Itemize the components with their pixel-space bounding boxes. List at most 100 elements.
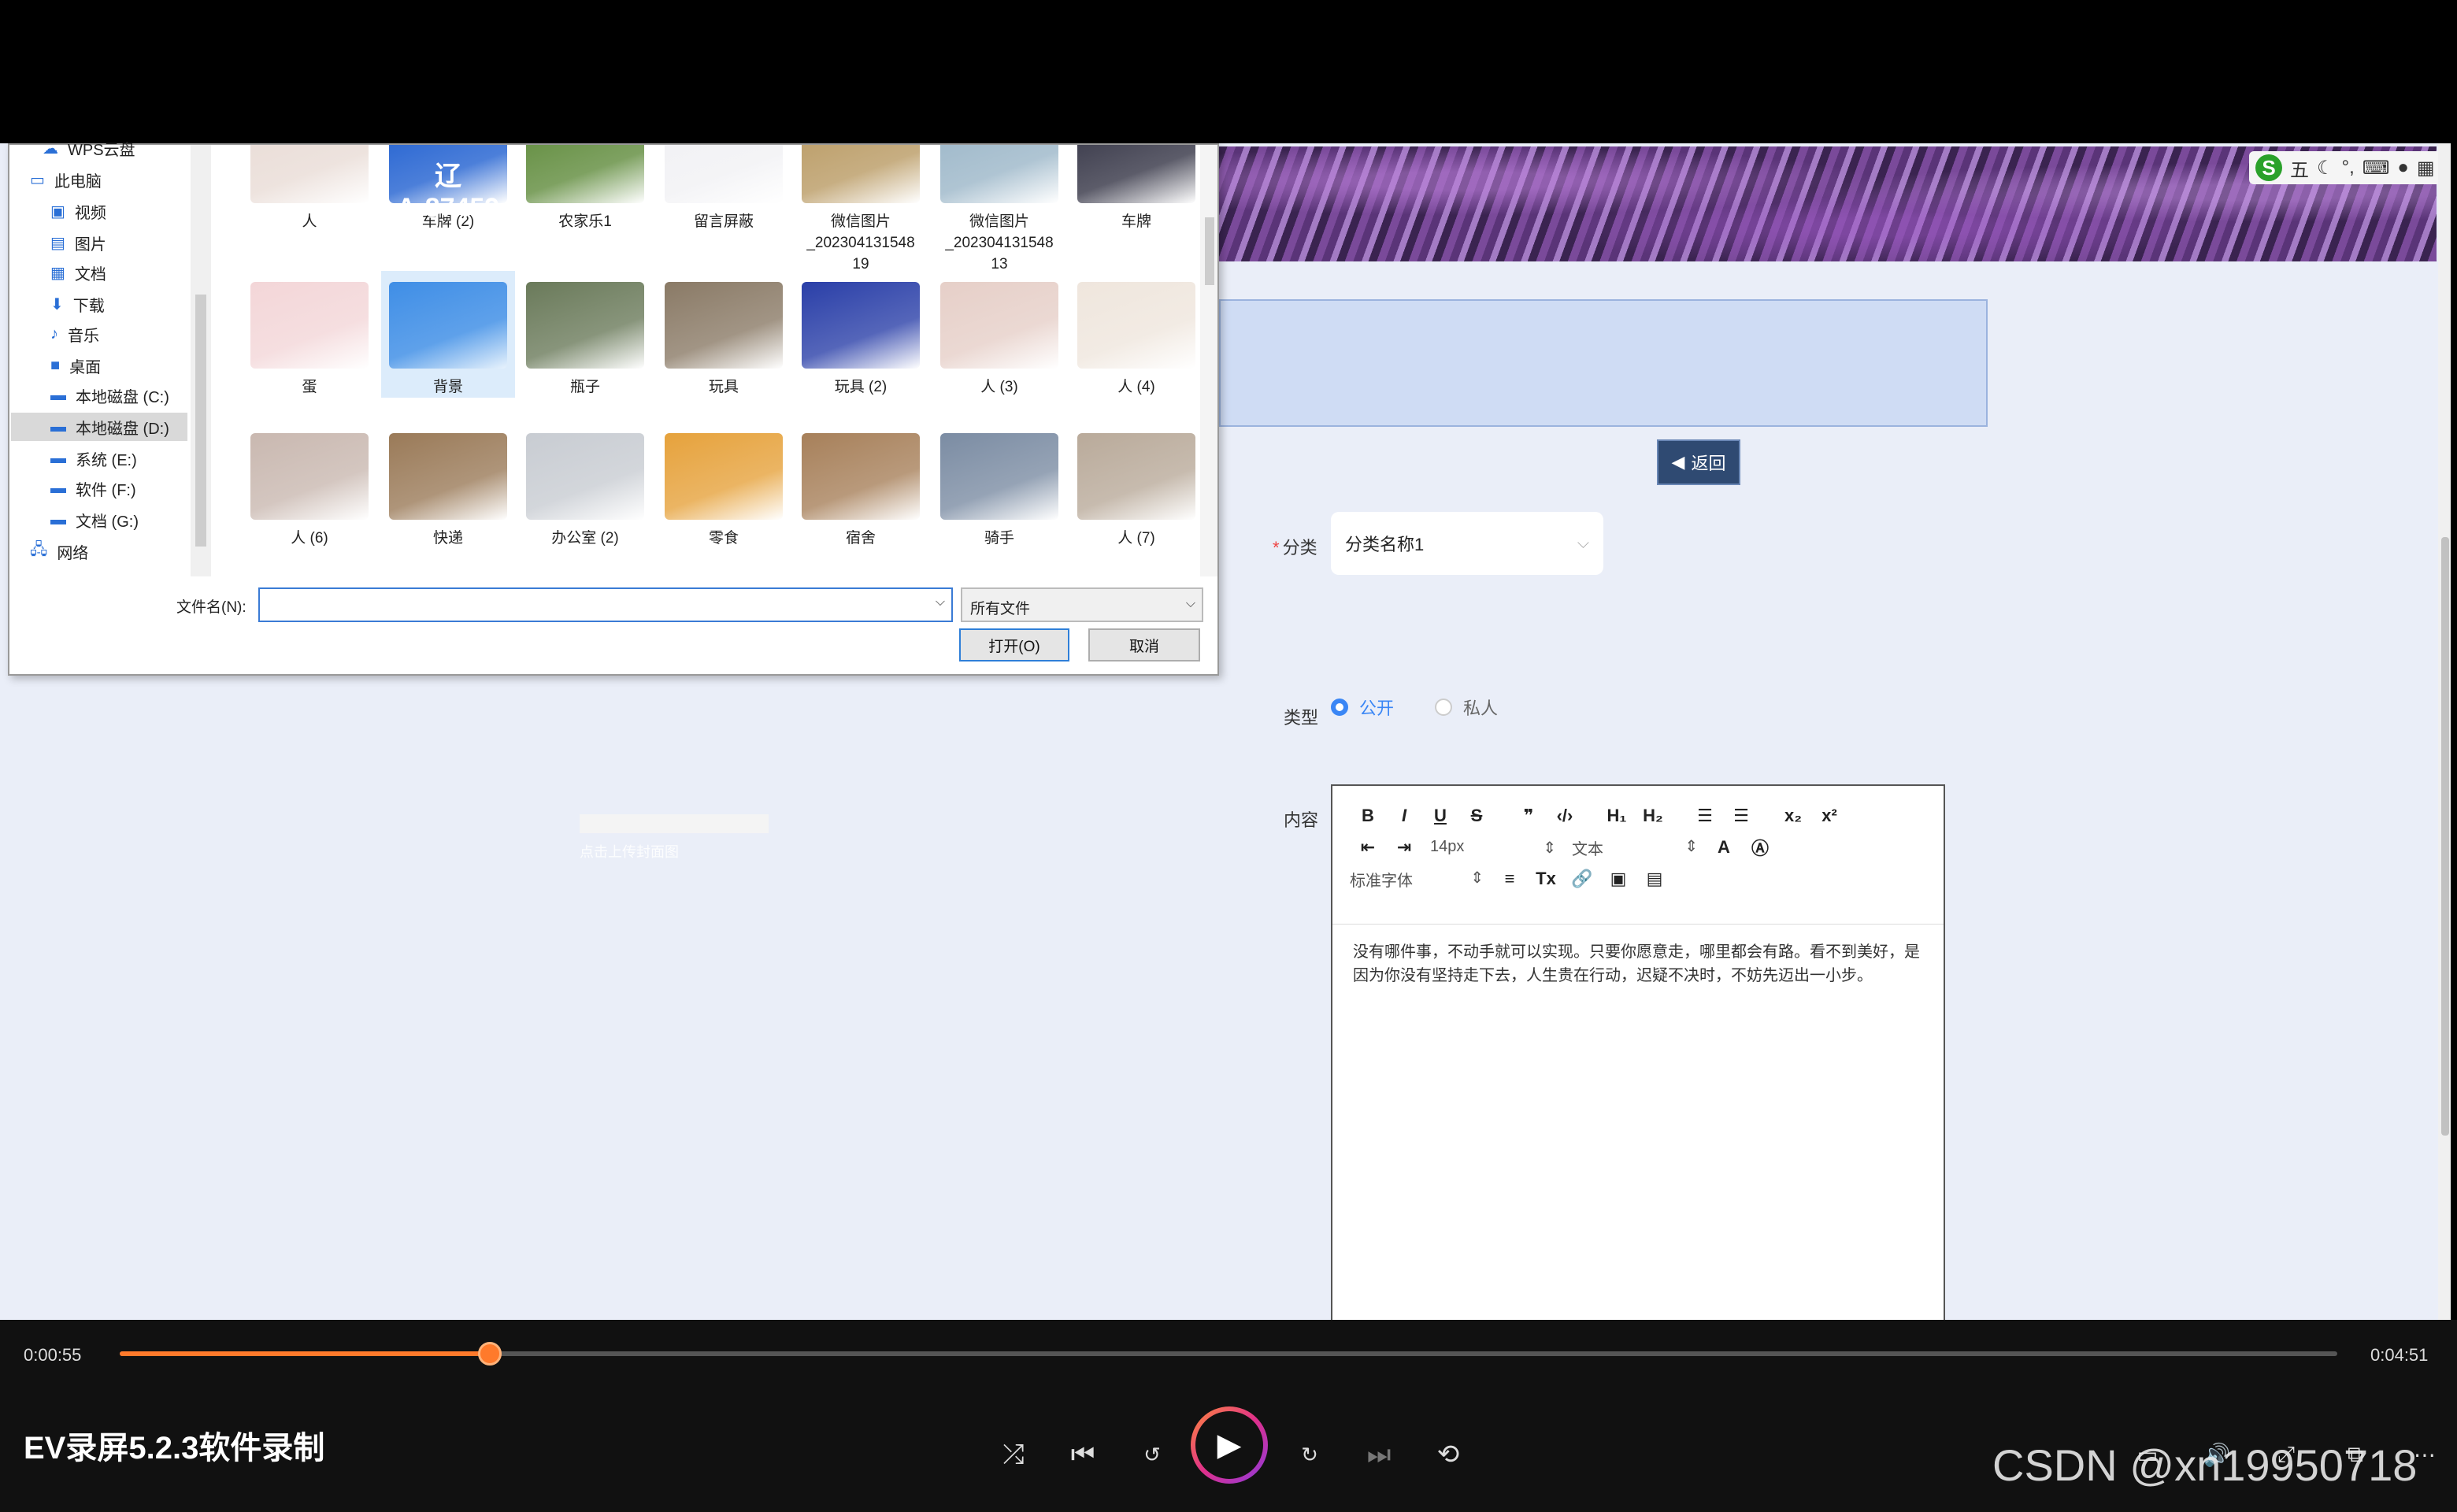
progress-track[interactable] (120, 1342, 2337, 1366)
file-grid-scrollbar-thumb[interactable] (1205, 217, 1214, 285)
nav-item[interactable]: ▬ 文档 (G:) (11, 506, 187, 534)
category-select[interactable]: 分类名称1 ⌵ (1331, 512, 1603, 575)
indent-icon[interactable]: ⇥ (1386, 837, 1422, 858)
ime-mode-label[interactable]: 五 (2290, 154, 2309, 182)
forward-30-icon[interactable]: ↻ (1290, 1435, 1329, 1474)
punctuation-icon[interactable]: °, (2342, 157, 2355, 179)
font-family-select[interactable]: 标准字体 ⇕ (1350, 868, 1492, 891)
shuffle-icon[interactable]: ⤮ (994, 1435, 1033, 1474)
file-item[interactable]: 办公室 (2) (518, 422, 652, 549)
file-item[interactable]: 快递 (381, 422, 515, 549)
cancel-button[interactable]: 取消 (1088, 628, 1200, 662)
nav-item-label: 本地磁盘 (D:) (76, 420, 169, 438)
strike-icon[interactable]: S (1458, 806, 1495, 826)
nav-item[interactable]: 🖧 网络 (11, 537, 187, 565)
subscript-icon[interactable]: x₂ (1775, 806, 1811, 826)
nav-item[interactable]: ■ 桌面 (11, 351, 187, 380)
cover-upload-box[interactable] (580, 814, 769, 833)
play-button[interactable]: ▶ (1191, 1406, 1268, 1484)
chevron-down-icon[interactable]: ⌵ (936, 595, 945, 610)
file-item[interactable]: 宿舍 (794, 422, 928, 549)
file-item[interactable]: 辽A·87459 车牌 (2) (381, 145, 515, 232)
nav-item[interactable]: ▦ 文档 (11, 258, 187, 287)
total-time: 0:04:51 (2370, 1345, 2429, 1365)
ime-toolbar[interactable]: S 五 ☾ °, ⌨ ● ▦ (2249, 151, 2446, 184)
file-item[interactable]: 人 (3) (932, 271, 1066, 398)
code-block-icon[interactable]: ‹/› (1547, 806, 1583, 826)
file-item[interactable]: 骑手 (932, 422, 1066, 549)
blockquote-icon[interactable]: ❞ (1510, 806, 1547, 826)
bold-icon[interactable]: B (1350, 806, 1386, 826)
file-thumbnail-image (1077, 145, 1195, 203)
image-icon[interactable]: ▣ (1600, 869, 1636, 889)
next-icon[interactable]: ⏭ (1359, 1435, 1399, 1474)
superscript-icon[interactable]: x² (1811, 806, 1847, 826)
page-scrollbar-thumb[interactable] (2441, 537, 2449, 1136)
progress-knob[interactable] (478, 1342, 502, 1366)
clear-format-icon[interactable]: Tx (1528, 869, 1564, 889)
grid-icon[interactable]: ▦ (2417, 157, 2435, 180)
file-item[interactable]: 农家乐1 (518, 145, 652, 232)
video-icon[interactable]: ▤ (1636, 869, 1673, 889)
nav-item[interactable]: ▭ 此电脑 (11, 165, 187, 194)
nav-scrollbar-thumb[interactable] (195, 295, 206, 547)
file-item[interactable]: 背景 (381, 271, 515, 398)
file-item[interactable]: 零食 (657, 422, 791, 549)
heading1-icon[interactable]: H₁ (1599, 806, 1635, 826)
keyboard-icon[interactable]: ⌨ (2362, 157, 2390, 180)
background-color-icon[interactable]: Ⓐ (1742, 835, 1778, 860)
editor-content[interactable]: 没有哪件事，不动手就可以实现。只要你愿意走，哪里都会有路。看不到美好，是因为你没… (1332, 925, 1944, 1003)
file-name: 人 (302, 213, 317, 230)
nav-item[interactable]: ▬ 系统 (E:) (11, 444, 187, 472)
radio-private[interactable]: 私人 (1435, 695, 1498, 720)
file-thumbnail-image (250, 282, 369, 369)
file-item[interactable]: 瓶子 (518, 271, 652, 398)
ordered-list-icon[interactable]: ☰ (1687, 806, 1723, 826)
underline-icon[interactable]: U (1422, 806, 1458, 826)
open-button[interactable]: 打开(O) (959, 628, 1069, 662)
font-color-icon[interactable]: A (1706, 837, 1742, 858)
rich-text-editor[interactable]: B I U S ❞ ‹/› H₁ H₂ ☰ ☰ x₂ x² ⇤ ⇥ 14px ⇕ … (1331, 784, 1945, 1320)
file-grid-scrollbar[interactable] (1200, 145, 1217, 576)
font-size-select[interactable]: 14px ⇕ (1422, 838, 1564, 858)
previous-icon[interactable]: ⏮ (1063, 1435, 1102, 1474)
nav-item[interactable]: ▣ 视频 (11, 197, 187, 225)
loop-icon[interactable]: ⟲ (1429, 1435, 1468, 1474)
file-item[interactable]: 玩具 (2) (794, 271, 928, 398)
cover-upload-hint: 点击上传封面图 (580, 844, 679, 860)
bullet-list-icon[interactable]: ☰ (1723, 806, 1759, 826)
outdent-icon[interactable]: ⇤ (1350, 837, 1386, 858)
heading2-icon[interactable]: H₂ (1635, 806, 1671, 826)
file-item[interactable]: 留言屏蔽 (657, 145, 791, 232)
radio-public[interactable]: 公开 (1331, 695, 1394, 720)
link-icon[interactable]: 🔗 (1564, 869, 1600, 889)
file-item[interactable]: 玩具 (657, 271, 791, 398)
file-item[interactable]: 蛋 (243, 271, 376, 398)
rewind-10-icon[interactable]: ↺ (1132, 1435, 1172, 1474)
file-item[interactable]: 微信图片 _202304131548 13 (932, 145, 1066, 275)
moon-icon[interactable]: ☾ (2317, 157, 2334, 180)
italic-icon[interactable]: I (1386, 806, 1422, 826)
nav-item[interactable]: ▤ 图片 (11, 228, 187, 257)
nav-item-label: 音乐 (68, 327, 99, 345)
file-item[interactable]: 人 (7) (1069, 422, 1200, 549)
file-item[interactable]: 微信图片 _202304131548 19 (794, 145, 928, 275)
nav-item[interactable]: ▬ 本地磁盘 (D:) (11, 413, 187, 441)
filename-input[interactable]: ⌵ (258, 587, 953, 622)
align-icon[interactable]: ≡ (1492, 869, 1528, 889)
file-item[interactable]: 人 (243, 145, 376, 232)
file-thumbnail-image (250, 433, 369, 520)
nav-item[interactable]: ▬ 本地磁盘 (C:) (11, 381, 187, 410)
back-button[interactable]: ◀ 返回 (1657, 439, 1740, 485)
nav-item[interactable]: ♪ 音乐 (11, 320, 187, 348)
nav-item[interactable]: ▬ 软件 (F:) (11, 474, 187, 502)
file-item[interactable]: 车牌 (1069, 145, 1200, 232)
filename-label: 文件名(N): (176, 599, 246, 616)
file-item[interactable]: 人 (6) (243, 422, 376, 549)
user-icon[interactable]: ● (2397, 157, 2409, 179)
text-style-select[interactable]: 文本 ⇕ (1564, 836, 1706, 859)
nav-item[interactable]: ⬇ 下载 (11, 290, 187, 318)
filetype-select[interactable]: 所有文件 ⌵ (961, 587, 1203, 622)
file-item[interactable]: 人 (4) (1069, 271, 1200, 398)
nav-item[interactable]: ☁ WPS云盘 (11, 134, 187, 162)
